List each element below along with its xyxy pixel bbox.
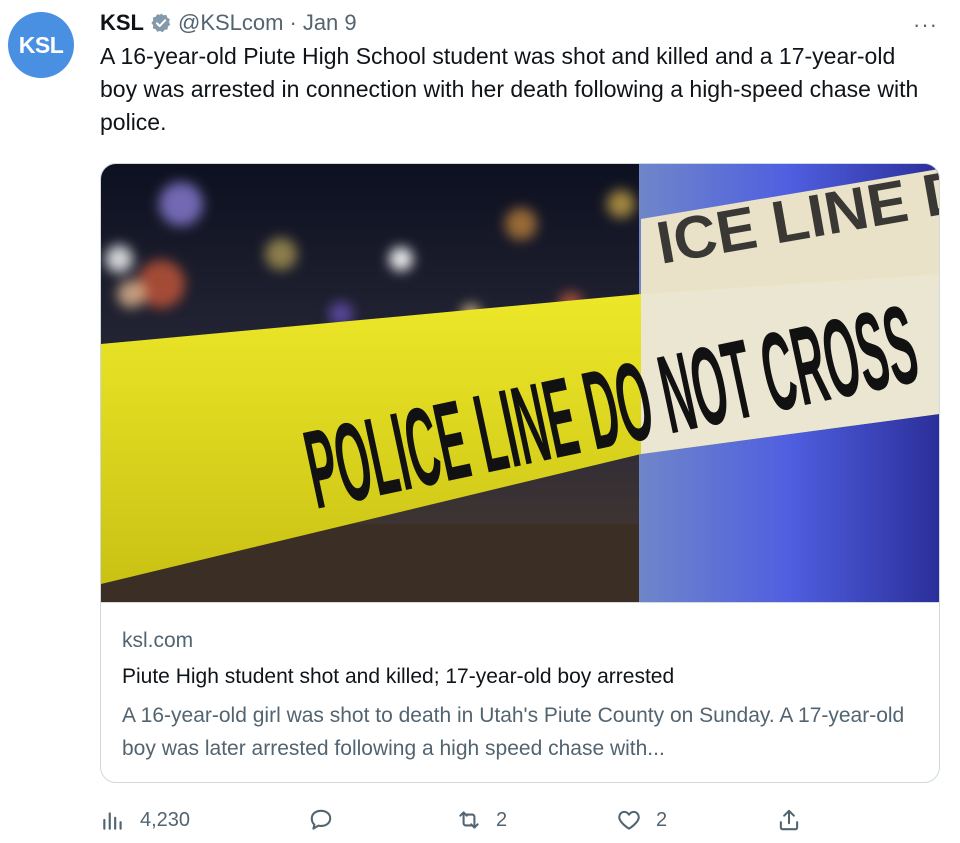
card-domain: ksl.com: [122, 629, 194, 652]
avatar[interactable]: KSL: [8, 12, 74, 78]
share-button[interactable]: [776, 800, 802, 840]
avatar-logo-text: KSL: [18, 31, 64, 58]
like-count: 2: [656, 808, 668, 831]
card-title: Piute High student shot and killed; 17-y…: [122, 665, 675, 688]
card-body[interactable]: ksl.com Piute High student shot and kill…: [101, 602, 939, 782]
retweet-icon: [459, 811, 479, 829]
like-button[interactable]: 2: [616, 800, 667, 840]
retweet-count: 2: [496, 808, 508, 831]
tweet-header: KSL @KSLcom · Jan 9: [100, 8, 940, 38]
tweet-date[interactable]: Jan 9: [303, 10, 357, 36]
reply-button[interactable]: [308, 800, 348, 840]
account-name[interactable]: KSL: [100, 10, 144, 36]
action-bar: 4,230 2 2: [100, 800, 938, 840]
more-options-icon[interactable]: ···: [913, 12, 938, 38]
views-count: 4,230: [140, 808, 191, 831]
card-image: ICE LINE D POLICE LINE DO NOT CROSS: [101, 164, 939, 602]
account-handle[interactable]: @KSLcom: [178, 10, 283, 36]
share-icon: [779, 809, 799, 831]
retweet-button[interactable]: 2: [456, 800, 507, 840]
link-card[interactable]: ICE LINE D POLICE LINE DO NOT CROSS ksl.…: [100, 163, 940, 783]
card-description: A 16-year-old girl was shot to death in …: [122, 704, 905, 760]
tweet-text: A 16-year-old Piute High School student …: [100, 43, 919, 135]
separator-dot: ·: [289, 10, 297, 35]
analytics-icon: [103, 812, 122, 830]
heart-icon: [618, 810, 640, 830]
views-button[interactable]: 4,230: [100, 800, 190, 840]
reply-icon: [310, 809, 332, 830]
verified-badge-icon: [151, 13, 171, 33]
